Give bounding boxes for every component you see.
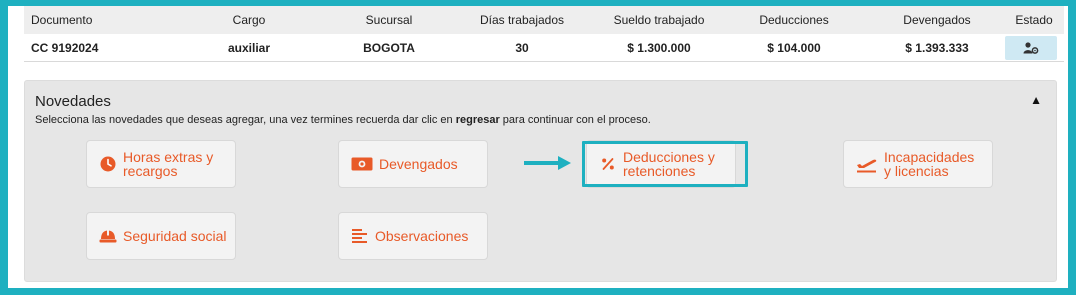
header-deducciones: Deducciones: [759, 13, 829, 27]
estado-button[interactable]: [1005, 36, 1057, 60]
cell-devengados: $ 1.393.333: [905, 41, 969, 55]
observaciones-card[interactable]: Observaciones: [338, 212, 488, 260]
highlight-box: [582, 141, 748, 187]
header-documento: Documento: [31, 13, 93, 27]
incapacidades-card[interactable]: Incapacidades y licencias: [843, 140, 993, 188]
user-gear-icon: [1023, 42, 1039, 54]
arrow-right-icon: [524, 156, 571, 170]
devengados-label: Devengados: [379, 156, 458, 172]
collapse-toggle-icon[interactable]: ▲: [1030, 93, 1042, 107]
cell-dias: 30: [515, 41, 529, 55]
horas-extras-label: Horas extras y recargos: [123, 149, 214, 179]
hard-hat-icon: [99, 227, 117, 245]
observaciones-label: Observaciones: [375, 228, 469, 244]
cell-cargo: auxiliar: [227, 41, 271, 55]
novedades-instructions: Selecciona las novedades que deseas agre…: [35, 114, 651, 126]
instructions-text-end: para continuar con el proceso.: [499, 114, 651, 126]
header-sucursal: Sucursal: [365, 13, 413, 27]
main-frame: Documento Cargo Sucursal Días trabajados…: [8, 6, 1068, 288]
cell-deducciones: $ 104.000: [767, 41, 821, 55]
instructions-bold-regresar: regresar: [455, 114, 500, 126]
novedades-title: Novedades: [35, 93, 111, 110]
novedades-panel: Novedades ▲ Selecciona las novedades que…: [24, 80, 1057, 282]
header-estado: Estado: [1015, 13, 1053, 27]
money-bill-icon: [351, 155, 373, 173]
table-header: Documento Cargo Sucursal Días trabajados…: [24, 6, 1064, 34]
header-cargo: Cargo: [232, 13, 266, 27]
horas-extras-card[interactable]: Horas extras y recargos: [86, 140, 236, 188]
align-left-icon: [351, 227, 369, 245]
devengados-card[interactable]: Devengados: [338, 140, 488, 188]
seguridad-social-card[interactable]: Seguridad social: [86, 212, 236, 260]
table-row: CC 9192024 auxiliar BOGOTA 30 $ 1.300.00…: [24, 34, 1064, 62]
plane-departure-icon: [856, 155, 878, 173]
cell-sucursal: BOGOTA: [363, 41, 415, 55]
cell-sueldo: $ 1.300.000: [627, 41, 691, 55]
clock-icon: [99, 155, 117, 173]
instructions-text-start: Selecciona las novedades que deseas agre…: [35, 114, 456, 126]
incapacidades-label: Incapacidades y licencias: [884, 149, 975, 179]
header-devengados: Devengados: [903, 13, 971, 27]
header-dias: Días trabajados: [479, 13, 565, 27]
header-sueldo: Sueldo trabajado: [613, 13, 705, 27]
seguridad-social-label: Seguridad social: [123, 228, 227, 244]
cell-documento: CC 9192024: [31, 41, 99, 55]
